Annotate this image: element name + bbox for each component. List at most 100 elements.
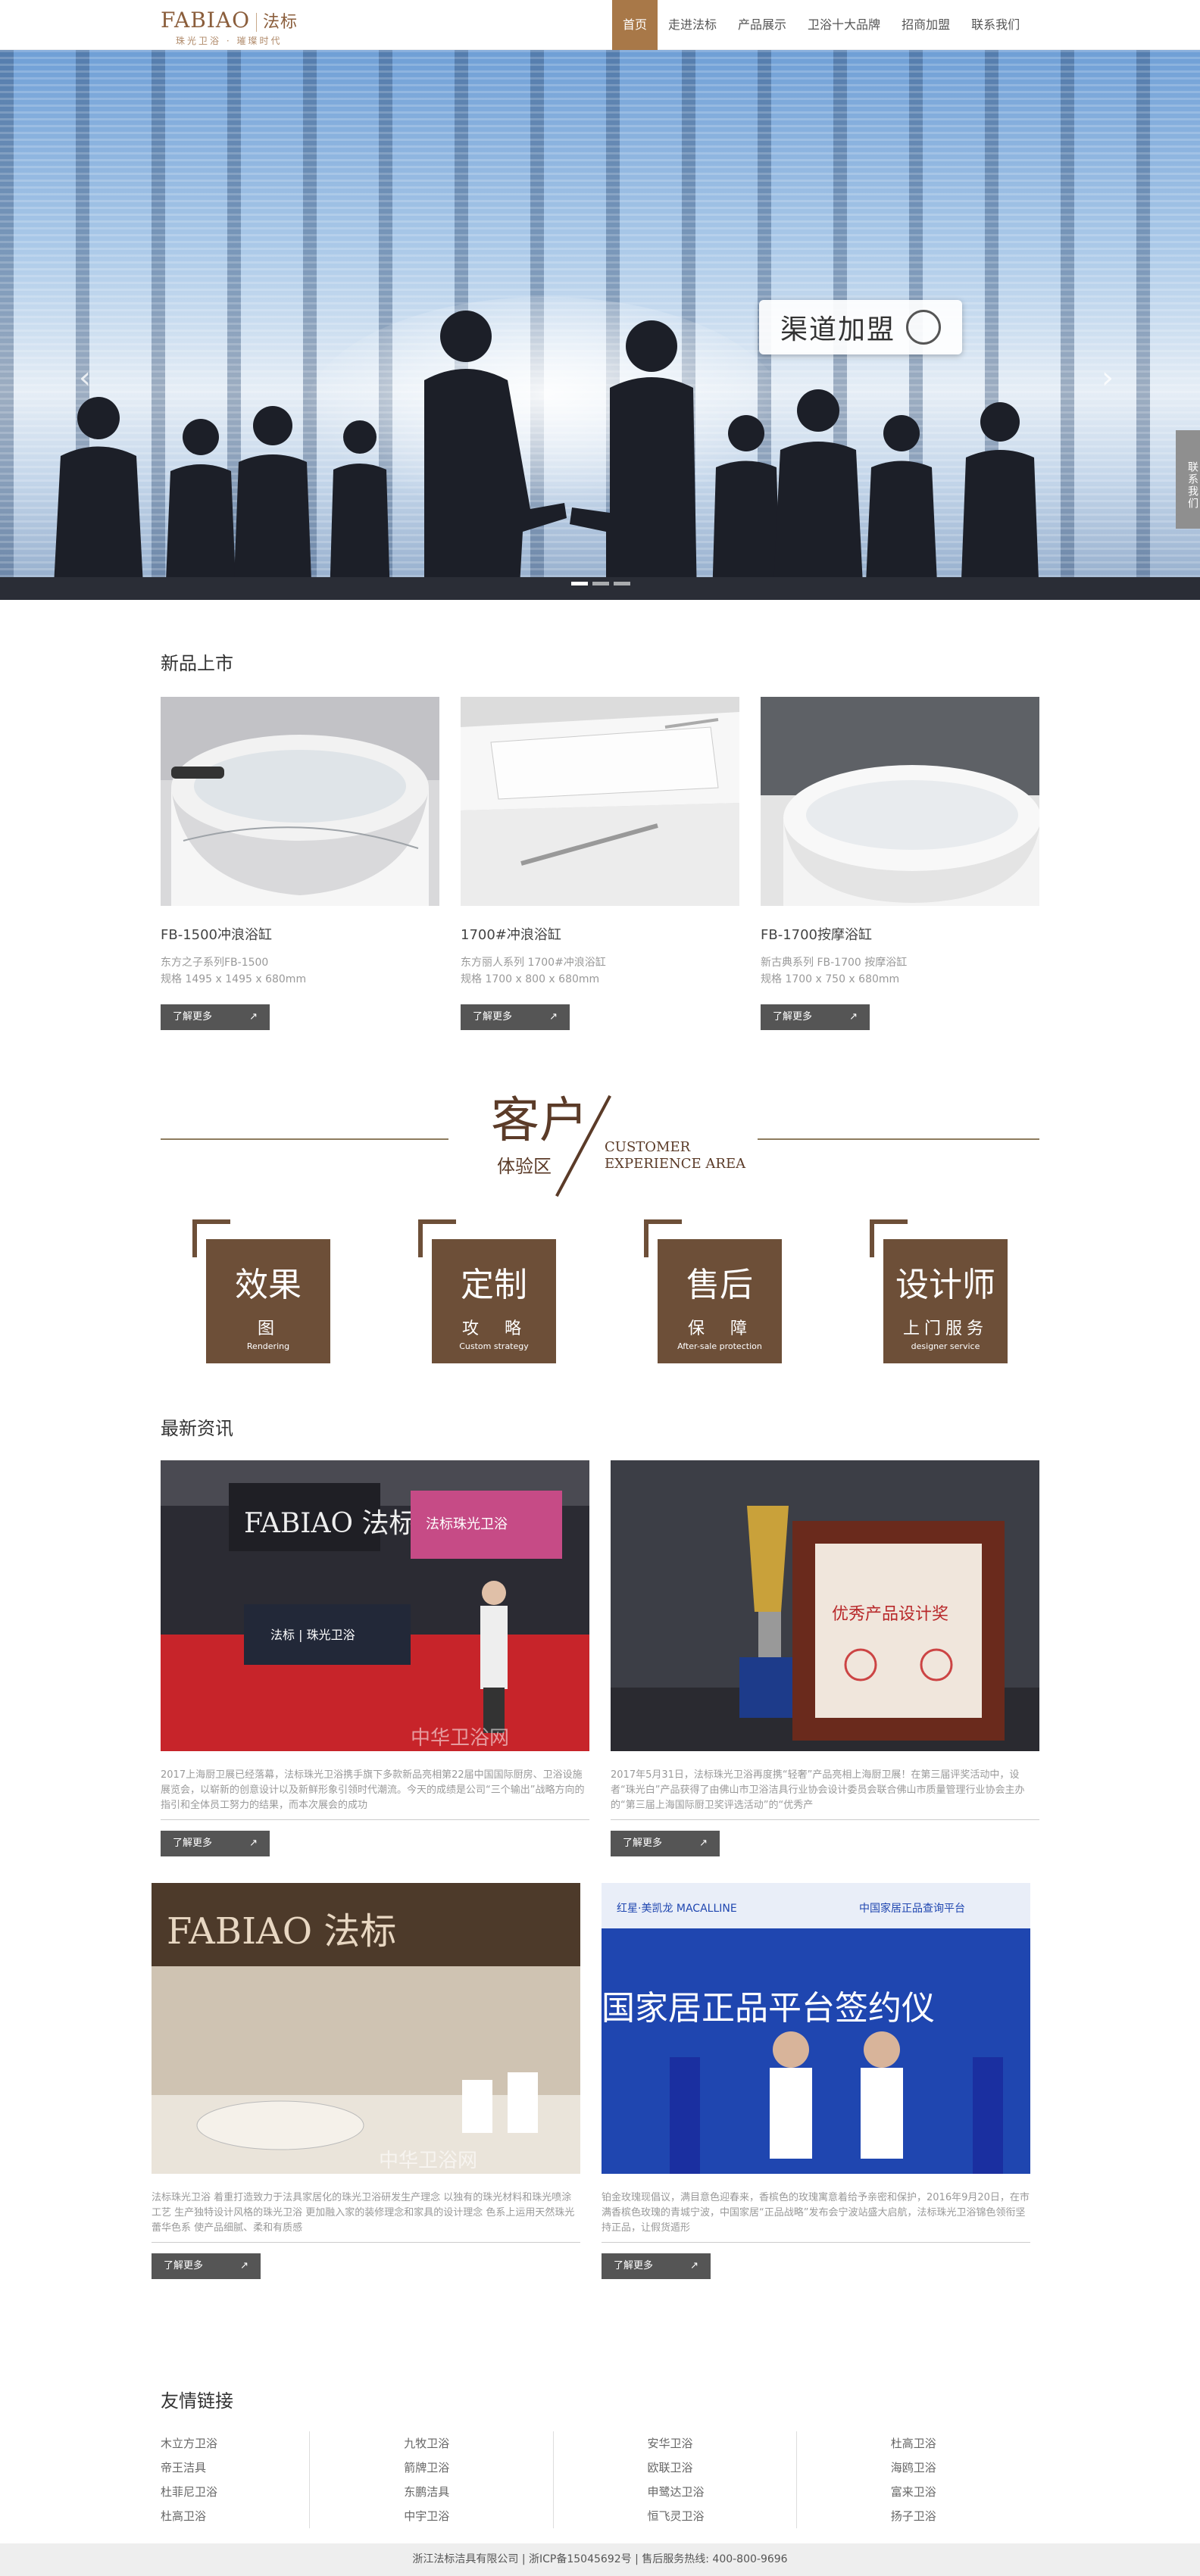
experience-card-rendering[interactable]: 效果 图 Rendering [192,1219,330,1363]
site-header: FABIAO 法标 珠光卫浴 · 璀璨时代 首页 走进法标 产品展示 卫浴十大品牌… [0,0,1200,50]
card-frame [870,1219,908,1257]
divider-left [161,1138,448,1140]
booth-desk-text: 法标 | 珠光卫浴 [270,1628,355,1642]
experience-en-line1: CUSTOMER [605,1139,691,1155]
friend-link[interactable]: 海鸥卫浴 [891,2456,1039,2480]
nav-products[interactable]: 产品展示 [727,0,797,50]
nav-top-brands[interactable]: 卫浴十大品牌 [797,0,891,50]
logo-tagline: 珠光卫浴 · 璀璨时代 [176,36,283,46]
card-frame [418,1219,456,1257]
friend-link[interactable]: 欧联卫浴 [648,2456,796,2480]
friend-link[interactable]: 东鹏洁具 [404,2480,552,2504]
showroom-sign-text: FABIAO 法标 [167,1910,396,1953]
card-title: 定制 [461,1266,527,1304]
nav-franchise[interactable]: 招商加盟 [891,0,961,50]
news-image-signing-ceremony[interactable]: 红星·美凯龙 MACALLINE 中国家居正品查询平台 国家居正品平台签约仪 [602,1883,1030,2174]
divider-right [758,1138,1039,1140]
carousel-dot[interactable] [614,582,630,585]
product-card: FB-1700按摩浴缸 新古典系列 FB-1700 按摩浴缸 规格 1700 x … [761,697,1041,1030]
news-card: 红星·美凯龙 MACALLINE 中国家居正品查询平台 国家居正品平台签约仪 铂… [602,1883,1030,2279]
chevron-left-icon[interactable]: ‹ [79,361,91,395]
product-card: 1700#冲浪浴缸 东方丽人系列 1700#冲浪浴缸 规格 1700 x 800 … [461,697,739,1030]
learn-more-button[interactable]: 了解更多 [161,1831,270,1856]
watermark: 中华卫浴网 [379,2150,477,2172]
experience-card-custom[interactable]: 定制 攻 略 Custom strategy [418,1219,556,1363]
product-series: 东方之子系列FB-1500 [161,957,269,969]
card-title: 效果 [235,1266,302,1304]
nav-about[interactable]: 走进法标 [658,0,727,50]
franchise-badge[interactable]: 渠道加盟 [759,300,962,354]
learn-more-button[interactable]: 了解更多 [602,2253,711,2279]
friend-link[interactable]: 木立方卫浴 [161,2431,309,2456]
friend-link[interactable]: 帝王洁具 [161,2456,309,2480]
card-title: 售后 [686,1266,753,1304]
news-card: FABIAO 法标 法标珠光卫浴 法标 | 珠光卫浴 中华卫浴网 2017上海厨… [161,1460,589,1856]
friend-link[interactable]: 安华卫浴 [648,2431,796,2456]
links-column: 木立方卫浴 帝王洁具 杜菲尼卫浴 杜高卫浴 [161,2431,311,2528]
news-excerpt: 2017年5月31日，法标珠光卫浴再度携“轻奢”产品亮相上海厨卫展！在第三届评奖… [611,1769,1025,1811]
product-name[interactable]: FB-1500冲浪浴缸 [161,924,439,944]
product-series: 东方丽人系列 1700#冲浪浴缸 [461,957,606,969]
friend-link[interactable]: 富来卫浴 [891,2480,1039,2504]
product-image[interactable] [461,697,739,906]
friend-link[interactable]: 杜菲尼卫浴 [161,2480,309,2504]
product-name[interactable]: FB-1700按摩浴缸 [761,924,1039,944]
card-en: Rendering [246,1341,290,1351]
card-frame [192,1219,230,1257]
card-frame [644,1219,682,1257]
card-subtitle: 攻 略 [461,1319,526,1338]
sponsor-logo: 红星·美凯龙 MACALLINE [617,1903,737,1915]
news-excerpt: 法标珠光卫浴 着重打造致力于法具家居化的珠光卫浴研发生产理念 以独有的珠光材料和… [152,2192,575,2234]
learn-more-button[interactable]: 了解更多 [161,1004,270,1030]
experience-card-aftersale[interactable]: 售后 保 障 After-sale protection [644,1219,782,1363]
ceremony-banner-text: 国家居正品平台签约仪 [602,1989,935,2028]
friend-link[interactable]: 杜高卫浴 [891,2431,1039,2456]
learn-more-button[interactable]: 了解更多 [461,1004,570,1030]
news-image-showroom[interactable]: FABIAO 法标 中华卫浴网 [152,1883,580,2174]
site-footer: 浙江法标洁具有限公司 | 浙ICP备15045692号 | 售后服务热线: 40… [0,2543,1200,2576]
learn-more-button[interactable]: 了解更多 [761,1004,870,1030]
links-column: 安华卫浴 欧联卫浴 申鹭达卫浴 恒飞灵卫浴 [554,2431,797,2528]
chevron-right-icon[interactable]: › [1102,361,1114,395]
learn-more-button[interactable]: 了解更多 [611,1831,720,1856]
logo-text: FABIAO [161,8,251,33]
logo-cn: 法标 [256,13,298,32]
product-name[interactable]: 1700#冲浪浴缸 [461,924,739,944]
product-spec: 规格 1700 x 800 x 680mm [461,973,600,985]
product-series: 新古典系列 FB-1700 按摩浴缸 [761,957,908,969]
new-products-title: 新品上市 [161,653,233,674]
product-card: FB-1500冲浪浴缸 东方之子系列FB-1500 规格 1495 x 1495 … [161,697,439,1030]
news-divider [152,2242,580,2243]
card-en: Custom strategy [459,1341,529,1351]
nav-home[interactable]: 首页 [612,0,658,50]
nav-contact[interactable]: 联系我们 [961,0,1030,50]
friend-link[interactable]: 扬子卫浴 [891,2504,1039,2528]
hero-banner: 渠道加盟 ‹ › [0,50,1200,600]
news-excerpt: 2017上海厨卫展已经落幕，法标珠光卫浴携手旗下多款新品亮相第22届中国国际厨房… [161,1769,585,1811]
logo[interactable]: FABIAO 法标 珠光卫浴 · 璀璨时代 [161,8,298,47]
friend-link[interactable]: 杜高卫浴 [161,2504,309,2528]
friend-link[interactable]: 箭牌卫浴 [404,2456,552,2480]
friend-link[interactable]: 申鹭达卫浴 [648,2480,796,2504]
news-divider [161,1819,589,1820]
links-column: 杜高卫浴 海鸥卫浴 富来卫浴 扬子卫浴 [797,2431,1039,2528]
friendly-links-title: 友情链接 [161,2390,233,2412]
experience-card-designer[interactable]: 设计师 上门服务 designer service [870,1219,1008,1363]
news-card: 优秀产品设计奖 2017年5月31日，法标珠光卫浴再度携“轻奢”产品亮相上海厨卫… [611,1460,1039,1856]
product-image[interactable] [161,697,439,906]
product-image[interactable] [761,697,1041,906]
carousel-dot[interactable] [592,582,609,585]
carousel-dot[interactable] [571,582,588,585]
friend-link[interactable]: 九牧卫浴 [404,2431,552,2456]
side-contact-tab[interactable]: 联系我们 [1176,430,1200,529]
learn-more-button[interactable]: 了解更多 [152,2253,261,2279]
product-spec: 规格 1700 x 750 x 680mm [761,973,900,985]
experience-title-cn: 客户 [491,1093,588,1149]
news-image-expo-booth[interactable]: FABIAO 法标 法标珠光卫浴 法标 | 珠光卫浴 中华卫浴网 [161,1460,589,1751]
friend-link[interactable]: 恒飞灵卫浴 [648,2504,796,2528]
product-spec: 规格 1495 x 1495 x 680mm [161,973,307,985]
news-excerpt: 铂金玫瑰现倡议，满目意色迎春来，香槟色的玫瑰寓意着给予亲密和保护，2016年9月… [602,2192,1030,2234]
friend-link[interactable]: 中宇卫浴 [404,2504,552,2528]
news-image-award[interactable]: 优秀产品设计奖 [611,1460,1039,1751]
card-en: designer service [911,1341,980,1351]
